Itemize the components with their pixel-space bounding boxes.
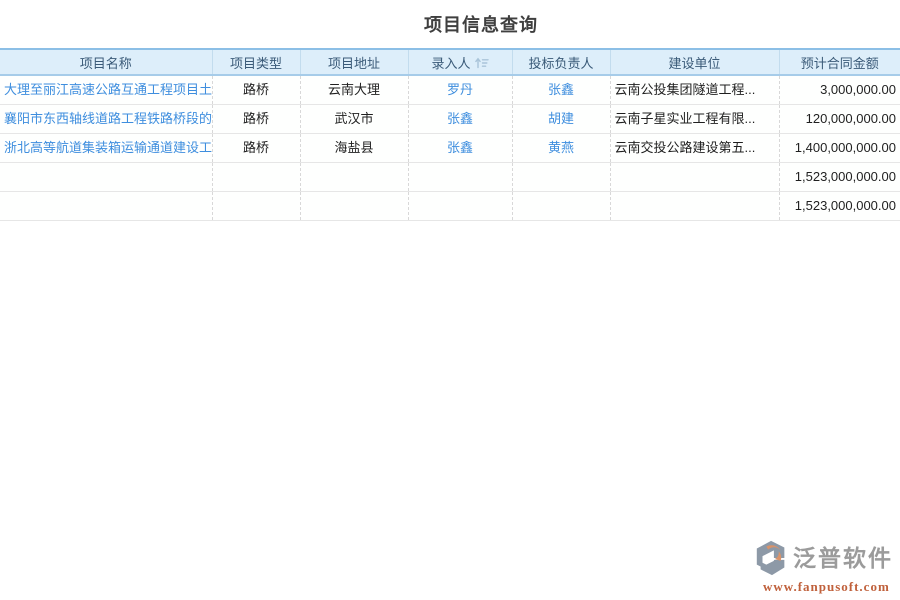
cell-entry-person: 罗丹 xyxy=(408,75,512,105)
cell-construction-unit: 云南交投公路建设第五... xyxy=(610,134,779,163)
cell-entry-person xyxy=(408,192,512,221)
cell-project-name xyxy=(0,163,212,192)
cell-construction-unit: 云南子星实业工程有限... xyxy=(610,105,779,134)
table-row: 浙北高等航道集装箱运输通道建设工 路桥 海盐县 张鑫 黄燕 云南交投公路建设第五… xyxy=(0,134,900,163)
cell-bid-manager xyxy=(512,192,610,221)
cell-project-type: 路桥 xyxy=(212,75,300,105)
col-header-label: 建设单位 xyxy=(668,56,720,71)
col-header-project-name[interactable]: 项目名称 xyxy=(0,49,212,75)
cell-project-address xyxy=(300,163,408,192)
cell-bid-manager xyxy=(512,163,610,192)
cell-project-address: 武汉市 xyxy=(300,105,408,134)
table-header-row: 项目名称 项目类型 项目地址 录入人 投标负责人 建设单位 预计合同金额 xyxy=(0,49,900,75)
col-header-contract-amount[interactable]: 预计合同金额 xyxy=(779,49,900,75)
cell-contract-amount: 1,523,000,000.00 xyxy=(779,163,900,192)
col-header-label: 项目类型 xyxy=(230,56,282,71)
cell-contract-amount: 3,000,000.00 xyxy=(779,75,900,105)
cell-contract-amount: 120,000,000.00 xyxy=(779,105,900,134)
cell-construction-unit xyxy=(610,163,779,192)
col-header-project-type[interactable]: 项目类型 xyxy=(212,49,300,75)
project-info-table: 项目名称 项目类型 项目地址 录入人 投标负责人 建设单位 预计合同金额 大理至… xyxy=(0,48,900,221)
project-name-link[interactable]: 浙北高等航道集装箱运输通道建设工 xyxy=(4,140,212,155)
cell-project-type: 路桥 xyxy=(212,105,300,134)
cell-project-address: 云南大理 xyxy=(300,75,408,105)
table-row: 大理至丽江高速公路互通工程项目土 路桥 云南大理 罗丹 张鑫 云南公投集团隧道工… xyxy=(0,75,900,105)
cell-contract-amount: 1,400,000,000.00 xyxy=(779,134,900,163)
col-header-label: 项目地址 xyxy=(328,56,380,71)
cell-project-name: 大理至丽江高速公路互通工程项目土 xyxy=(0,75,212,105)
page-title: 项目信息查询 xyxy=(31,0,900,45)
project-name-link[interactable]: 大理至丽江高速公路互通工程项目土 xyxy=(4,82,212,97)
cell-bid-manager: 张鑫 xyxy=(512,75,610,105)
col-header-bid-manager[interactable]: 投标负责人 xyxy=(512,49,610,75)
table-row-subtotal: 1,523,000,000.00 xyxy=(0,163,900,192)
cell-project-name: 襄阳市东西轴线道路工程铁路桥段的 xyxy=(0,105,212,134)
col-header-entry-person[interactable]: 录入人 xyxy=(408,49,512,75)
cell-bid-manager: 胡建 xyxy=(512,105,610,134)
cell-project-type: 路桥 xyxy=(212,134,300,163)
col-header-label: 录入人 xyxy=(431,56,470,71)
watermark-url[interactable]: www.fanpusoft.com xyxy=(753,580,893,593)
cell-construction-unit xyxy=(610,192,779,221)
entry-person-link[interactable]: 罗丹 xyxy=(447,82,473,97)
fanpu-logo-icon xyxy=(753,539,791,577)
col-header-label: 投标负责人 xyxy=(528,56,593,71)
cell-entry-person xyxy=(408,163,512,192)
bid-manager-link[interactable]: 黄燕 xyxy=(548,140,574,155)
cell-project-type xyxy=(212,163,300,192)
cell-project-type xyxy=(212,192,300,221)
entry-person-link[interactable]: 张鑫 xyxy=(447,140,473,155)
cell-construction-unit: 云南公投集团隧道工程... xyxy=(610,75,779,105)
sort-ascending-icon[interactable] xyxy=(475,57,489,69)
table-row: 襄阳市东西轴线道路工程铁路桥段的 路桥 武汉市 张鑫 胡建 云南子星实业工程有限… xyxy=(0,105,900,134)
bid-manager-link[interactable]: 张鑫 xyxy=(548,82,574,97)
cell-project-address: 海盐县 xyxy=(300,134,408,163)
cell-contract-amount: 1,523,000,000.00 xyxy=(779,192,900,221)
cell-project-name: 浙北高等航道集装箱运输通道建设工 xyxy=(0,134,212,163)
col-header-project-address[interactable]: 项目地址 xyxy=(300,49,408,75)
cell-bid-manager: 黄燕 xyxy=(512,134,610,163)
cell-project-address xyxy=(300,192,408,221)
table-row-total: 1,523,000,000.00 xyxy=(0,192,900,221)
watermark-brand: 泛普软件 xyxy=(793,547,893,570)
cell-project-name xyxy=(0,192,212,221)
col-header-label: 预计合同金额 xyxy=(801,56,879,71)
entry-person-link[interactable]: 张鑫 xyxy=(447,111,473,126)
col-header-label: 项目名称 xyxy=(80,56,132,71)
watermark: 泛普软件 www.fanpusoft.com xyxy=(753,539,893,593)
project-name-link[interactable]: 襄阳市东西轴线道路工程铁路桥段的 xyxy=(4,111,212,126)
cell-entry-person: 张鑫 xyxy=(408,105,512,134)
bid-manager-link[interactable]: 胡建 xyxy=(548,111,574,126)
col-header-construction-unit[interactable]: 建设单位 xyxy=(610,49,779,75)
cell-entry-person: 张鑫 xyxy=(408,134,512,163)
